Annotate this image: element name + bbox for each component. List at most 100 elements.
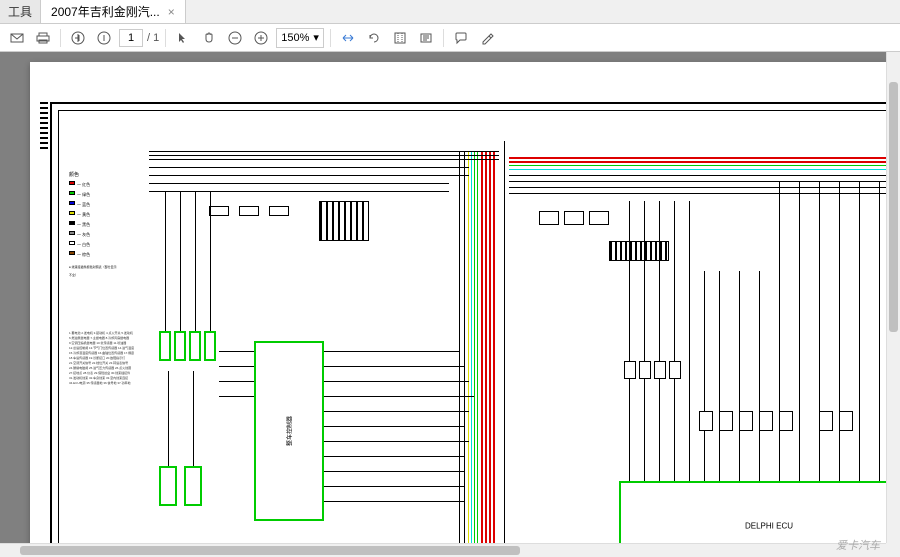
legend-row: 一 黄色 xyxy=(69,211,119,219)
separator xyxy=(60,29,61,47)
legend-note: ● 线束接插件颜色对照表（部分显示不全） xyxy=(69,263,119,279)
sensor-block xyxy=(654,361,666,379)
wire xyxy=(149,151,499,152)
zoom-value: 150% xyxy=(281,32,309,44)
legend-row: 一 绿色 xyxy=(69,191,119,199)
vertical-scrollbar[interactable] xyxy=(886,52,900,543)
relay-block xyxy=(539,211,559,225)
drawing-inner-frame: 颜色 一 红色一 绿色一 蓝色一 黄色一 黑色一 灰色一 白色一 棕色 ● 线束… xyxy=(58,110,886,543)
zoom-in-icon[interactable] xyxy=(250,27,272,49)
pointer-tool-icon[interactable] xyxy=(172,27,194,49)
wire xyxy=(219,396,254,397)
print-icon[interactable] xyxy=(32,27,54,49)
vertical-scrollbar-thumb[interactable] xyxy=(889,82,898,332)
sensor-block xyxy=(699,411,713,431)
wire xyxy=(689,201,690,481)
fit-width-icon[interactable] xyxy=(337,27,359,49)
wire xyxy=(779,181,780,481)
wire xyxy=(324,426,464,427)
relay-block xyxy=(564,211,584,225)
zoom-out-icon[interactable] xyxy=(224,27,246,49)
document-viewport[interactable]: 颜色 一 红色一 绿色一 蓝色一 黄色一 黑色一 灰色一 白色一 棕色 ● 线束… xyxy=(0,52,886,543)
wire xyxy=(493,151,495,543)
relay-block xyxy=(589,211,609,225)
wire-color-legend: 颜色 一 红色一 绿色一 蓝色一 黄色一 黑色一 灰色一 白色一 棕色 ● 线束… xyxy=(69,171,119,279)
sensor-block xyxy=(719,411,733,431)
wire xyxy=(509,193,886,194)
wire xyxy=(879,181,880,481)
fullscreen-icon[interactable] xyxy=(389,27,411,49)
toolbar: / 1 150% ▾ xyxy=(0,24,900,52)
wire xyxy=(324,486,464,487)
component-block xyxy=(159,331,171,361)
component-block xyxy=(174,331,186,361)
wire xyxy=(149,183,449,184)
section-divider xyxy=(504,141,505,543)
relay-block xyxy=(269,206,289,216)
read-mode-icon[interactable] xyxy=(415,27,437,49)
wire xyxy=(324,381,469,382)
wire xyxy=(219,351,254,352)
sensor-block xyxy=(624,361,636,379)
wire xyxy=(210,191,211,331)
page-number-input[interactable] xyxy=(119,29,143,47)
document-tab[interactable]: 2007年吉利金刚汽... × xyxy=(41,0,186,23)
wire xyxy=(509,181,886,182)
wire xyxy=(485,151,487,543)
wire xyxy=(149,175,469,176)
tab-title: 2007年吉利金刚汽... xyxy=(51,3,160,20)
wire xyxy=(719,271,720,481)
description-line: 34.ECU电源 35.传感器地 36.信号地 37.功率地 xyxy=(69,381,139,386)
scrollbar-corner xyxy=(886,543,900,557)
ecu-label: 整车控制器 xyxy=(285,416,294,446)
wire xyxy=(629,201,630,481)
sensor-block xyxy=(639,361,651,379)
legend-row: 一 棕色 xyxy=(69,251,119,259)
horizontal-scrollbar-thumb[interactable] xyxy=(20,546,520,555)
relay-block xyxy=(239,206,259,216)
close-tab-icon[interactable]: × xyxy=(168,5,175,19)
wire xyxy=(509,175,886,176)
wire xyxy=(324,396,474,397)
wire xyxy=(193,371,194,466)
watermark: 爱卡汽车 xyxy=(836,537,880,553)
sensor-block xyxy=(779,411,793,431)
sensor-block xyxy=(819,411,833,431)
component-block xyxy=(159,466,177,506)
connector-block xyxy=(319,201,369,241)
next-page-icon[interactable] xyxy=(93,27,115,49)
chevron-down-icon: ▾ xyxy=(313,31,319,44)
wire xyxy=(509,161,886,163)
pdf-page: 颜色 一 红色一 绿色一 蓝色一 黄色一 黑色一 灰色一 白色一 棕色 ● 线束… xyxy=(30,62,886,543)
legend-row: 一 白色 xyxy=(69,241,119,249)
hand-tool-icon[interactable] xyxy=(198,27,220,49)
separator xyxy=(330,29,331,47)
legend-row: 一 黑色 xyxy=(69,221,119,229)
sensor-block xyxy=(839,411,853,431)
prev-page-icon[interactable] xyxy=(67,27,89,49)
wire xyxy=(704,271,705,481)
wire xyxy=(168,371,169,466)
wire xyxy=(477,151,478,543)
wire xyxy=(324,441,469,442)
wire xyxy=(149,191,449,192)
wire xyxy=(468,151,469,543)
wire xyxy=(481,151,483,543)
drawing-frame: 颜色 一 红色一 绿色一 蓝色一 黄色一 黑色一 灰色一 白色一 棕色 ● 线束… xyxy=(50,102,886,543)
wire xyxy=(644,201,645,481)
ecu-block-right: DELPHI ECU xyxy=(619,481,886,543)
comment-icon[interactable] xyxy=(450,27,472,49)
wire xyxy=(509,157,886,159)
highlight-icon[interactable] xyxy=(476,27,498,49)
zoom-select[interactable]: 150% ▾ xyxy=(276,28,324,48)
horizontal-scrollbar[interactable] xyxy=(0,543,886,557)
wire xyxy=(149,155,499,156)
wire xyxy=(324,351,459,352)
email-icon[interactable] xyxy=(6,27,28,49)
wire xyxy=(324,501,464,502)
tools-menu-tab[interactable]: 工具 xyxy=(0,0,41,23)
component-block xyxy=(184,466,202,506)
rotate-icon[interactable] xyxy=(363,27,385,49)
wire xyxy=(464,151,465,543)
legend-row: 一 红色 xyxy=(69,181,119,189)
